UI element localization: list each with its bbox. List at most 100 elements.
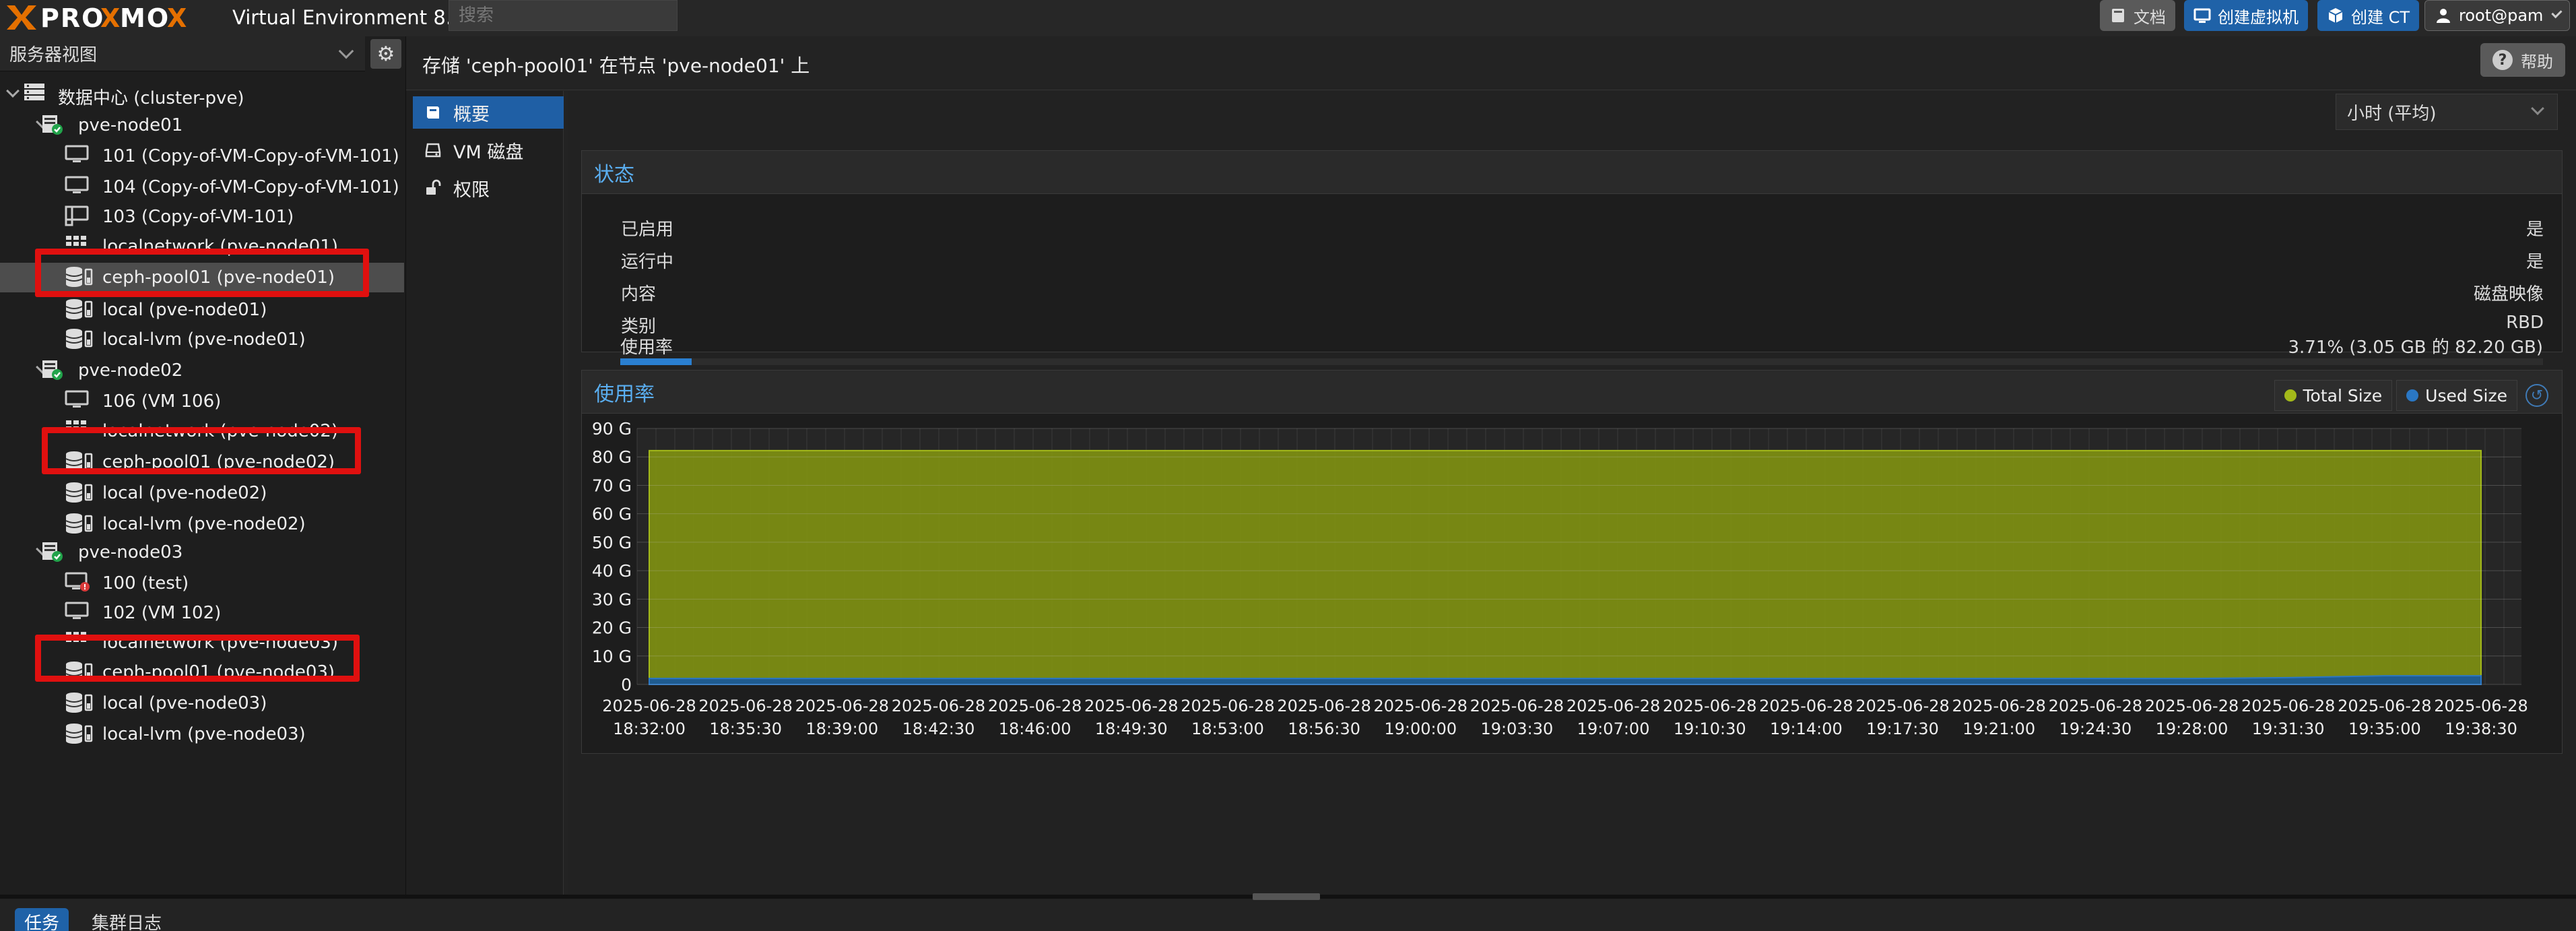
storage-icon (65, 327, 94, 350)
tree-item[interactable]: local (pve-node01) (0, 295, 404, 325)
tree-item-label: local-lvm (pve-node03) (102, 724, 306, 744)
create-vm-label: 创建虚拟机 (2218, 7, 2299, 27)
vm-icon (65, 175, 89, 195)
usage-progress-bar (620, 358, 2543, 365)
undo-zoom-icon[interactable]: ↺ (2525, 384, 2548, 407)
legend-total-size[interactable]: Total Size (2274, 380, 2393, 411)
tree-item[interactable]: local-lvm (pve-node03) (0, 719, 404, 749)
nav-item-summary[interactable]: 概要 (413, 96, 564, 129)
content-panel: 存储 'ceph-pool01' 在节点 'pve-node01' 上 ? 帮助… (406, 36, 2576, 895)
nav-item-vm-disks[interactable]: VM 磁盘 (413, 134, 564, 166)
tree-item[interactable]: local-lvm (pve-node01) (0, 325, 404, 354)
tree-item[interactable]: 数据中心 (cluster-pve) (0, 79, 404, 109)
template-icon (65, 205, 89, 226)
x-tick-label: 18:39:00 (805, 719, 878, 738)
user-menu-button[interactable]: root@pam (2424, 0, 2570, 31)
tree-item[interactable]: 103 (Copy-of-VM-101) (0, 202, 404, 232)
legend-dot (2406, 389, 2419, 402)
tree-item-label: local (pve-node03) (102, 693, 267, 713)
y-tick-label: 90 G (592, 419, 632, 439)
help-label: 帮助 (2521, 52, 2553, 71)
y-tick-label: 40 G (592, 561, 632, 581)
status-key: 内容 (621, 284, 657, 304)
usage-row: 使用率 3.71% (3.05 GB 的 82.20 GB) (620, 329, 2543, 358)
x-tick-label: 19:17:30 (1866, 719, 1939, 738)
tree-item[interactable]: 104 (Copy-of-VM-Copy-of-VM-101) (0, 172, 404, 202)
tree-item-label: local-lvm (pve-node01) (102, 329, 306, 350)
docs-button[interactable]: 文档 (2100, 0, 2175, 31)
status-value: 是 (2525, 252, 2544, 272)
y-tick-label: 30 G (592, 589, 632, 609)
help-button[interactable]: ? 帮助 (2480, 43, 2565, 77)
timeframe-select[interactable]: 小时 (平均) (2336, 94, 2558, 130)
x-tick-label: 19:21:00 (1962, 719, 2035, 738)
tree-item[interactable]: 102 (VM 102) (0, 598, 404, 628)
x-tick-label: 2025-06-28 (1566, 697, 1660, 715)
user-label: root@pam (2459, 6, 2544, 25)
status-row: 内容 磁盘映像 (621, 276, 2544, 304)
view-selector[interactable]: 服务器视图 (0, 36, 365, 71)
create-ct-button[interactable]: 创建 CT (2317, 0, 2420, 31)
y-tick-label: 80 G (592, 447, 632, 467)
x-tick-label: 2025-06-28 (698, 697, 792, 715)
storage-nav: 概要 VM 磁盘 权限 (406, 91, 564, 895)
usage-label: 使用率 (620, 338, 673, 358)
usage-chart: 0 10 G 20 G 30 G 40 G 50 G 60 G 70 G 80 G 90 G 202… (592, 419, 2528, 738)
resize-handle[interactable] (1253, 893, 1320, 900)
x-tick-label: 2025-06-28 (1277, 697, 1370, 715)
tab-tasks[interactable]: 任务 (15, 908, 69, 931)
status-row: 类别 RBD (621, 309, 2544, 337)
x-tick-label: 19:38:30 (2445, 719, 2517, 738)
expand-toggle-icon[interactable] (6, 84, 20, 98)
tree-item[interactable]: pve-node01 (0, 110, 404, 140)
vm-error-icon (65, 571, 90, 593)
tree-item[interactable]: local-lvm (pve-node02) (0, 509, 404, 539)
svg-text:X: X (100, 3, 121, 32)
x-tick-label: 19:35:00 (2348, 719, 2421, 738)
x-tick-label: 2025-06-28 (988, 697, 1082, 715)
x-tick-label: 18:46:00 (999, 719, 1071, 738)
create-vm-button[interactable]: 创建虚拟机 (2184, 0, 2308, 31)
tree-item[interactable]: 101 (Copy-of-VM-Copy-of-VM-101) (0, 141, 404, 171)
top-bar: PRO X MO X Virtual Environment 8.3.0 文档 … (0, 0, 2576, 36)
search-input[interactable] (449, 0, 678, 31)
tree-item[interactable]: 106 (VM 106) (0, 387, 404, 416)
x-tick-label: 19:07:00 (1577, 719, 1650, 738)
nav-item-label: VM 磁盘 (453, 141, 524, 163)
storage-icon (65, 512, 94, 535)
legend-dot (2284, 389, 2297, 402)
tree-settings-button[interactable]: ⚙ (370, 39, 401, 69)
x-tick-label: 19:00:00 (1384, 719, 1457, 738)
x-tick-label: 2025-06-28 (1374, 697, 1467, 715)
legend-label: Used Size (2425, 385, 2507, 406)
y-tick-label: 50 G (592, 533, 632, 552)
x-tick-label: 2025-06-28 (1663, 697, 1756, 715)
tree-item[interactable]: pve-node03 (0, 538, 404, 567)
gear-icon: ⚙ (376, 42, 395, 66)
tree-item[interactable]: pve-node02 (0, 356, 404, 385)
x-tick-label: 2025-06-28 (2434, 697, 2528, 715)
highlight-box (35, 635, 360, 682)
usage-chart-box: 使用率 Total Size Used Size ↺ 0 10 G 20 G 30 G… (581, 370, 2563, 754)
nav-item-permissions[interactable]: 权限 (413, 172, 564, 204)
content-header: 存储 'ceph-pool01' 在节点 'pve-node01' 上 ? 帮助 (406, 36, 2576, 90)
x-tick-label: 19:24:30 (2059, 719, 2132, 738)
x-tick-label: 2025-06-28 (602, 697, 696, 715)
nav-item-label: 权限 (453, 179, 490, 201)
tree-item[interactable]: local (pve-node02) (0, 478, 404, 508)
tree-item-label: 数据中心 (cluster-pve) (58, 88, 244, 108)
legend-used-size[interactable]: Used Size (2396, 380, 2517, 411)
tree-item[interactable]: local (pve-node03) (0, 688, 404, 718)
tree-item-label: pve-node01 (78, 115, 183, 135)
datacenter-icon (23, 82, 46, 102)
x-tick-label: 2025-06-28 (2049, 697, 2142, 715)
tree-item-label: 101 (Copy-of-VM-Copy-of-VM-101) (102, 146, 399, 166)
x-tick-label: 18:53:00 (1191, 719, 1264, 738)
tab-cluster-log[interactable]: 集群日志 (82, 908, 171, 931)
x-tick-label: 19:28:00 (2156, 719, 2228, 738)
tree-item[interactable]: 100 (test) (0, 569, 404, 598)
question-icon: ? (2492, 50, 2513, 70)
node-online-icon (40, 358, 63, 381)
x-tick-label: 2025-06-28 (795, 697, 889, 715)
chevron-down-icon (2531, 102, 2544, 115)
